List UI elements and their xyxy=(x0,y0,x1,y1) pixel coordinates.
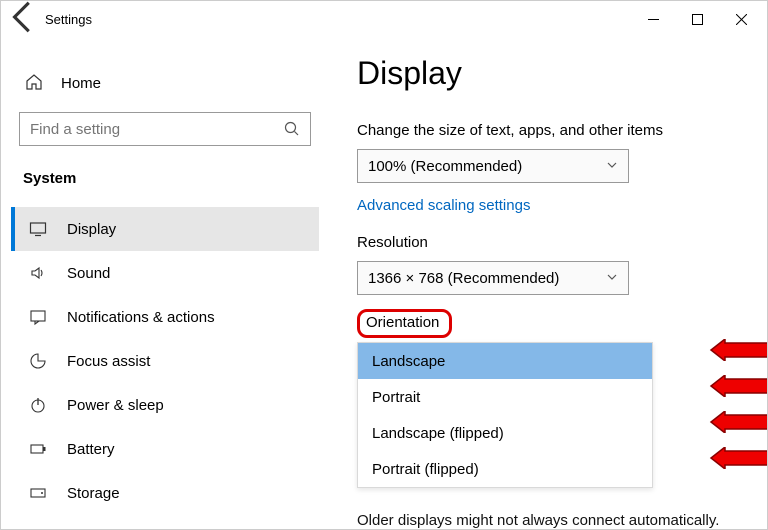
section-heading: System xyxy=(11,154,319,197)
sidebar-item-notifications[interactable]: Notifications & actions xyxy=(11,295,319,339)
sidebar-item-storage[interactable]: Storage xyxy=(11,471,319,515)
orientation-option-landscape-flipped[interactable]: Landscape (flipped) xyxy=(358,415,652,451)
battery-icon xyxy=(27,440,49,458)
help-text: Older displays might not always connect … xyxy=(357,510,741,529)
sidebar-item-focus[interactable]: Focus assist xyxy=(11,339,319,383)
orientation-label: Orientation xyxy=(357,309,452,338)
display-icon xyxy=(27,220,49,238)
nav-label: Notifications & actions xyxy=(67,309,215,326)
focus-icon xyxy=(27,352,49,370)
nav-label: Display xyxy=(67,221,116,238)
scale-label: Change the size of text, apps, and other… xyxy=(357,122,741,139)
nav-label: Sound xyxy=(67,265,110,282)
orientation-dropdown-open: Landscape Portrait Landscape (flipped) P… xyxy=(357,342,653,488)
home-label: Home xyxy=(61,75,101,92)
main-panel: Display Change the size of text, apps, a… xyxy=(331,37,767,529)
annotation-arrow xyxy=(709,339,767,361)
titlebar: Settings xyxy=(1,1,767,37)
close-button[interactable] xyxy=(719,3,763,35)
orientation-option-landscape[interactable]: Landscape xyxy=(358,343,652,379)
resolution-label: Resolution xyxy=(357,234,741,251)
nav-label: Storage xyxy=(67,485,120,502)
annotation-arrow xyxy=(709,411,767,433)
nav-label: Battery xyxy=(67,441,115,458)
sidebar-item-battery[interactable]: Battery xyxy=(11,427,319,471)
nav-label: Power & sleep xyxy=(67,397,164,414)
search-icon xyxy=(284,121,300,140)
storage-icon xyxy=(27,484,49,502)
nav-label: Focus assist xyxy=(67,353,150,370)
resolution-dropdown[interactable]: 1366 × 768 (Recommended) xyxy=(357,261,629,295)
page-title: Display xyxy=(357,55,741,92)
orientation-option-portrait-flipped[interactable]: Portrait (flipped) xyxy=(358,451,652,487)
window-title: Settings xyxy=(45,12,92,27)
notifications-icon xyxy=(27,308,49,326)
sound-icon xyxy=(27,264,49,282)
scale-value: 100% (Recommended) xyxy=(368,158,522,175)
search-input[interactable] xyxy=(19,112,311,146)
chevron-down-icon xyxy=(606,159,618,174)
annotation-arrow xyxy=(709,375,767,397)
resolution-value: 1366 × 768 (Recommended) xyxy=(368,270,559,287)
maximize-button[interactable] xyxy=(675,3,719,35)
annotation-arrow xyxy=(709,447,767,469)
home-link[interactable]: Home xyxy=(11,63,319,104)
back-button[interactable] xyxy=(5,0,43,41)
advanced-scaling-link[interactable]: Advanced scaling settings xyxy=(357,197,741,214)
sidebar: Home System Display Sound Notifications xyxy=(1,37,331,529)
chevron-down-icon xyxy=(606,271,618,286)
sidebar-item-sound[interactable]: Sound xyxy=(11,251,319,295)
scale-dropdown[interactable]: 100% (Recommended) xyxy=(357,149,629,183)
home-icon xyxy=(23,73,45,94)
minimize-button[interactable] xyxy=(631,3,675,35)
sidebar-item-display[interactable]: Display xyxy=(11,207,319,251)
orientation-option-portrait[interactable]: Portrait xyxy=(358,379,652,415)
sidebar-item-power[interactable]: Power & sleep xyxy=(11,383,319,427)
search-field[interactable] xyxy=(20,121,310,138)
power-icon xyxy=(27,396,49,414)
